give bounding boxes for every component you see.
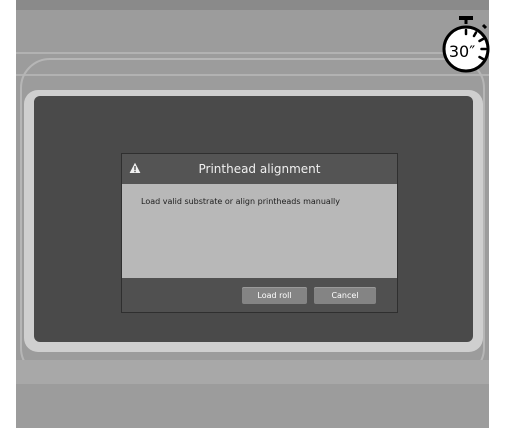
- stopwatch-icon: 30″: [442, 16, 490, 73]
- dialog-title-bar: Printhead alignment: [122, 154, 397, 184]
- printhead-alignment-dialog: Printhead alignment Load valid substrate…: [122, 154, 397, 312]
- timer-label: 30″: [449, 42, 475, 61]
- dialog-body: Load valid substrate or align printheads…: [122, 184, 397, 278]
- dialog-title: Printhead alignment: [198, 162, 321, 176]
- dialog-message: Load valid substrate or align printheads…: [141, 197, 341, 206]
- cancel-button[interactable]: Cancel: [314, 287, 376, 304]
- touchscreen-frame: Printhead alignment Load valid substrate…: [24, 90, 483, 352]
- panel-top-band: [16, 0, 489, 10]
- printer-front-panel: Printhead alignment Load valid substrate…: [16, 0, 489, 428]
- panel-lower-band: [16, 360, 489, 384]
- bezel-line-upper: [16, 52, 489, 54]
- load-roll-button[interactable]: Load roll: [242, 287, 307, 304]
- dialog-footer: Load roll Cancel: [122, 278, 397, 312]
- touchscreen: Printhead alignment Load valid substrate…: [34, 96, 473, 342]
